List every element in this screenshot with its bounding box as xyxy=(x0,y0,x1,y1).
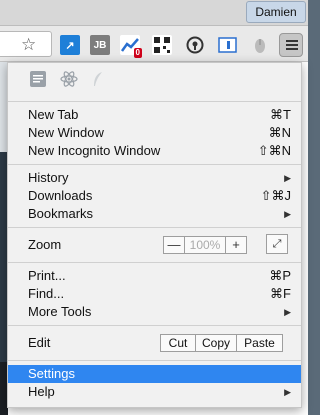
paste-button[interactable]: Paste xyxy=(236,334,283,352)
qr-icon[interactable] xyxy=(152,35,172,55)
menu-item-new-window[interactable]: New Window ⌘N xyxy=(8,124,301,142)
submenu-arrow-icon: ▶ xyxy=(284,173,291,183)
shortcut-downloads: ⇧⌘J xyxy=(260,188,291,203)
edit-controls: Cut Copy Paste xyxy=(160,334,283,352)
hamburger-menu-icon[interactable] xyxy=(279,33,303,57)
mouse-icon[interactable] xyxy=(250,35,270,55)
shortcut-print: ⌘P xyxy=(269,268,291,283)
copy-button[interactable]: Copy xyxy=(195,334,237,352)
menu-item-new-incognito-window[interactable]: New Incognito Window ⇧⌘N xyxy=(8,142,301,160)
chrome-main-menu: New Tab ⌘T New Window ⌘N New Incognito W… xyxy=(7,62,302,408)
pin-icon[interactable] xyxy=(185,35,205,55)
window-titlebar: Damien xyxy=(0,0,308,26)
zoom-level: 100% xyxy=(185,236,225,254)
menu-item-help[interactable]: Help ▶ xyxy=(8,383,301,401)
notes-icon[interactable] xyxy=(30,71,46,92)
menu-item-print[interactable]: Print... ⌘P xyxy=(8,267,301,285)
shortcut-new-window: ⌘N xyxy=(268,125,291,140)
menu-item-more-tools[interactable]: More Tools ▶ xyxy=(8,303,301,321)
jb-icon[interactable]: JB xyxy=(90,35,110,55)
address-bar[interactable]: ☆ xyxy=(0,31,52,57)
extension-icons-row xyxy=(8,63,301,97)
menu-item-downloads[interactable]: Downloads ⇧⌘J xyxy=(8,187,301,205)
submenu-arrow-icon: ▶ xyxy=(284,307,291,317)
menu-item-bookmarks[interactable]: Bookmarks ▶ xyxy=(8,205,301,223)
fullscreen-icon[interactable]: ⤢ xyxy=(266,234,288,254)
shortcut-new-tab: ⌘T xyxy=(270,107,291,122)
cut-button[interactable]: Cut xyxy=(160,334,196,352)
menu-item-find[interactable]: Find... ⌘F xyxy=(8,285,301,303)
arrow-icon[interactable]: ↗ xyxy=(60,35,80,55)
submenu-arrow-icon: ▶ xyxy=(284,387,291,397)
menu-item-settings[interactable]: Settings xyxy=(8,365,301,383)
star-icon[interactable]: ☆ xyxy=(21,36,36,53)
menu-item-history[interactable]: History ▶ xyxy=(8,169,301,187)
chart-icon[interactable]: 0 xyxy=(120,35,142,58)
browser-toolbar: ☆ ↗ JB 0 xyxy=(0,26,308,62)
chart-badge: 0 xyxy=(133,48,142,58)
zoom-out-button[interactable]: — xyxy=(163,236,185,254)
feather-icon[interactable] xyxy=(92,71,104,92)
menu-item-new-tab[interactable]: New Tab ⌘T xyxy=(8,106,301,124)
react-atom-icon[interactable] xyxy=(60,70,78,93)
submenu-arrow-icon: ▶ xyxy=(284,209,291,219)
page-icon[interactable] xyxy=(218,35,238,55)
user-profile-button[interactable]: Damien xyxy=(246,1,306,23)
menu-row-zoom: Zoom — 100% + ⤢ xyxy=(8,232,301,258)
menu-row-edit: Edit Cut Copy Paste xyxy=(8,330,301,356)
shortcut-new-incognito: ⇧⌘N xyxy=(257,143,291,158)
zoom-controls: — 100% + xyxy=(163,236,247,254)
zoom-in-button[interactable]: + xyxy=(225,236,247,254)
shortcut-find: ⌘F xyxy=(270,286,291,301)
